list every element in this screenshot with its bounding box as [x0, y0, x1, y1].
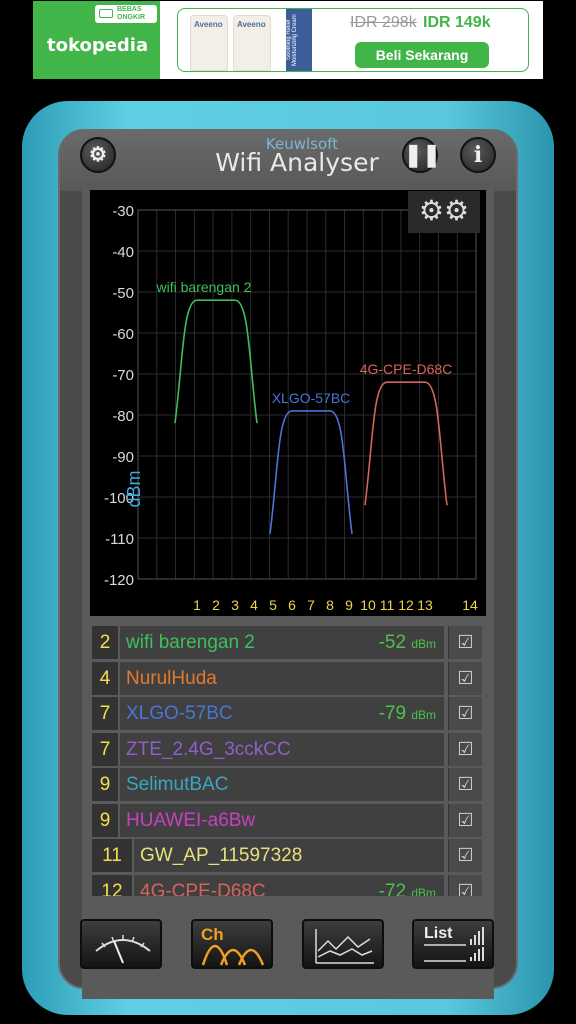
y-tick-label: -50 — [112, 285, 134, 302]
x-tick-label: 14 — [462, 597, 478, 613]
network-row[interactable]: 9 HUAWEI-a6Bw ☑ — [92, 803, 484, 837]
x-tick-label: 13 — [417, 597, 433, 613]
channel-number: 9 — [92, 803, 118, 837]
visibility-checkbox[interactable]: ☑ — [448, 839, 482, 872]
channel-graph-svg: -30-40-50-60-70-80-90-100-110-1201 2 3 4 5 6 7… — [104, 203, 478, 613]
product-label: Soothing Relief Moisturizing Cream — [286, 9, 312, 71]
network-curve — [269, 410, 353, 535]
y-tick-label: -90 — [112, 449, 134, 466]
visibility-checkbox[interactable]: ☑ — [448, 697, 482, 730]
y-tick-label: -80 — [112, 408, 134, 425]
network-row[interactable]: 9 SelimutBAC ☑ — [92, 768, 484, 801]
pause-button[interactable]: ❚❚ — [402, 137, 441, 173]
network-name: GW_AP_11597328 — [134, 839, 444, 872]
new-price: IDR 149k — [423, 14, 491, 31]
product-image: Aveeno — [190, 15, 228, 71]
ad-brand-panel[interactable]: BEBAS ONGKIR tokopedia — [33, 1, 160, 79]
ad-banner[interactable]: BEBAS ONGKIR tokopedia Aveeno Aveeno Soo… — [33, 1, 543, 79]
app-title: Wifi Analyser — [215, 148, 379, 177]
network-name: XLGO-57BC -79 dBm — [120, 697, 444, 730]
x-tick-label: 7 — [307, 597, 315, 613]
time-graph-tab[interactable] — [302, 919, 384, 969]
x-tick-label: 12 — [398, 597, 414, 613]
info-button[interactable]: i — [460, 137, 496, 173]
curve-label: XLGO-57BC — [272, 390, 351, 406]
visibility-checkbox[interactable]: ☑ — [448, 874, 482, 896]
channel-number: 4 — [92, 661, 118, 695]
visibility-checkbox[interactable]: ☑ — [448, 661, 482, 695]
visibility-checkbox[interactable]: ☑ — [448, 768, 482, 801]
old-price: IDR 298k — [350, 14, 417, 31]
graph-settings-button[interactable]: ⚙⚙ — [408, 191, 480, 233]
tokopedia-logo: tokopedia — [47, 35, 149, 56]
x-tick-label: 6 — [288, 597, 296, 613]
network-name: NurulHuda — [120, 661, 444, 695]
free-shipping-badge: BEBAS ONGKIR — [95, 5, 157, 23]
y-tick-label: -110 — [105, 531, 134, 548]
x-tick-label: 9 — [345, 597, 353, 613]
meter-tab[interactable] — [80, 919, 162, 969]
channel-number: 11 — [92, 839, 132, 872]
x-tick-label: 11 — [380, 597, 395, 613]
buy-now-button[interactable]: Beli Sekarang — [355, 42, 489, 68]
channel-icon — [201, 944, 265, 966]
network-row[interactable]: 4 NurulHuda ☑ — [92, 661, 484, 695]
meter-icon — [95, 935, 151, 964]
x-tick-label: 4 — [250, 597, 258, 613]
settings-button[interactable]: ⚙ — [80, 137, 116, 173]
x-tick-label: 8 — [326, 597, 334, 613]
curve-label: wifi barengan 2 — [156, 279, 252, 295]
network-row[interactable]: 7 ZTE_2.4G_3cckCC ☑ — [92, 732, 484, 766]
x-tick-label: 5 — [269, 597, 277, 613]
network-curve — [174, 299, 258, 424]
y-tick-label: -70 — [112, 367, 134, 384]
network-row[interactable]: 11 GW_AP_11597328 ☑ — [92, 839, 484, 872]
gear-icon: ⚙ — [89, 144, 107, 166]
signal-strength: -52 dBm — [378, 632, 436, 653]
x-tick-label: 2 — [212, 597, 220, 613]
network-name: 4G-CPE-D68C -72 dBm — [134, 874, 444, 897]
network-row[interactable]: 7 XLGO-57BC -79 dBm ☑ — [92, 697, 484, 730]
network-list[interactable]: 2 wifi barengan 2 -52 dBm ☑ 4 NurulHuda ☑ 7 XLGO… — [92, 626, 484, 896]
x-tick-label: 1 — [193, 597, 201, 613]
network-name: SelimutBAC — [120, 768, 444, 801]
network-row[interactable]: 2 wifi barengan 2 -52 dBm ☑ — [92, 626, 484, 659]
x-tick-label: 10 — [360, 597, 376, 613]
y-tick-label: -120 — [104, 572, 134, 589]
device-frame: Keuwlsoft Wifi Analyser ⚙ ❚❚ i -30 -40 -50… — [22, 101, 554, 1015]
y-axis-label: dBm — [124, 470, 144, 507]
y-tick-label: -30 — [112, 203, 134, 220]
product-image: Aveeno — [233, 15, 271, 71]
channel-number: 2 — [92, 626, 118, 659]
channel-number: 12 — [92, 874, 132, 896]
visibility-checkbox[interactable]: ☑ — [448, 803, 482, 837]
bottom-toolbar: Ch List — [80, 919, 496, 975]
pause-icon: ❚❚ — [404, 142, 441, 167]
info-icon: i — [473, 142, 483, 168]
visibility-checkbox[interactable]: ☑ — [448, 626, 482, 659]
curve-label: 4G-CPE-D68C — [360, 361, 453, 377]
x-tick-label: 3 — [231, 597, 239, 613]
channel-tab[interactable]: Ch — [191, 919, 273, 969]
ad-card[interactable]: Aveeno Aveeno Soothing Relief Moisturizi… — [177, 8, 529, 72]
y-tick-label: -40 — [112, 244, 134, 261]
y-tick-label: -60 — [112, 326, 134, 343]
channel-number: 7 — [92, 697, 118, 730]
signal-strength: -79 dBm — [378, 703, 436, 724]
channel-number: 7 — [92, 732, 118, 766]
network-curve — [364, 381, 448, 506]
gear-icon: ⚙⚙ — [418, 195, 470, 226]
signal-strength: -72 dBm — [378, 880, 436, 897]
channel-graph[interactable]: -30 -40 -50 -60 -70 -80 -90 -100 -110 -120 1 2 3 4 5 6 7… — [90, 190, 486, 616]
signal-bars-icon — [424, 927, 484, 962]
network-row[interactable]: 12 4G-CPE-D68C -72 dBm ☑ — [92, 874, 484, 897]
network-name: wifi barengan 2 -52 dBm — [120, 626, 444, 659]
time-graph-icon — [315, 929, 374, 964]
network-name: HUAWEI-a6Bw — [120, 803, 444, 837]
truck-icon — [99, 9, 113, 18]
channel-number: 9 — [92, 768, 118, 801]
list-tab[interactable]: List — [412, 919, 494, 969]
visibility-checkbox[interactable]: ☑ — [448, 732, 482, 766]
network-name: ZTE_2.4G_3cckCC — [120, 732, 444, 766]
